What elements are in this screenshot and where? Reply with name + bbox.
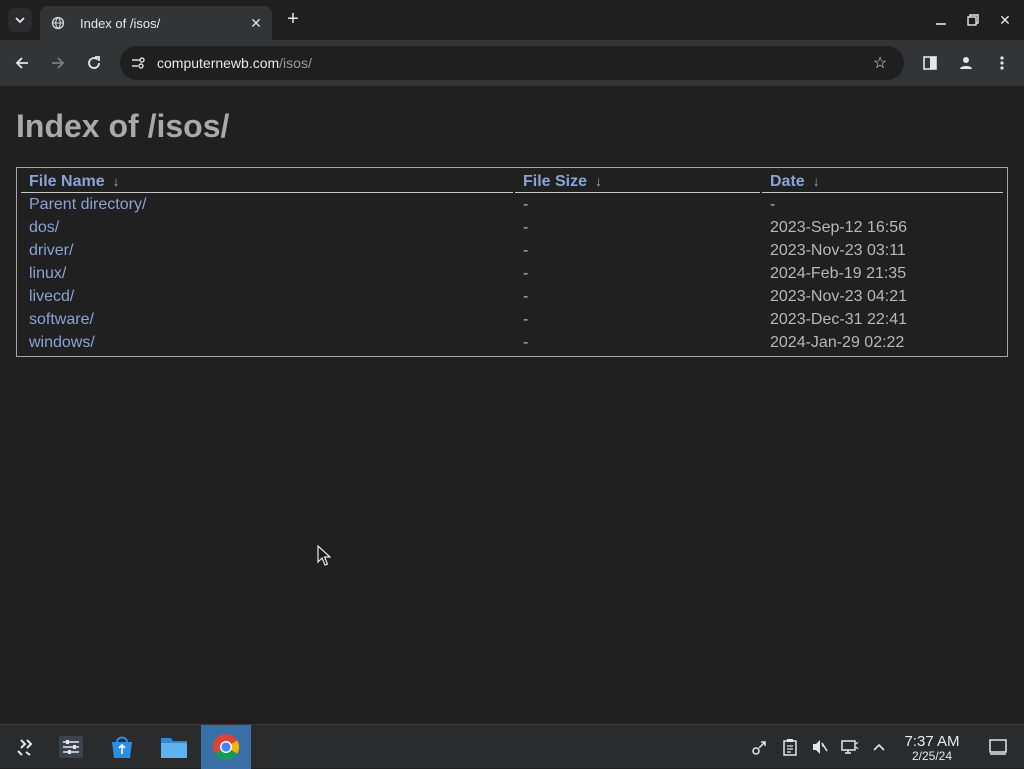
more-menu-icon[interactable] <box>990 51 1014 75</box>
column-size-label: File Size <box>523 172 588 190</box>
directory-link[interactable]: dos/ <box>29 219 59 236</box>
page-content: Index of /isos/ File Name ↓ File Size ↓ Da… <box>0 86 1024 724</box>
taskbar: 7:37 AM 2/25/24 <box>0 724 1024 769</box>
table-row: software/ - 2023-Dec-31 22:41 <box>21 308 1003 331</box>
chevron-down-icon <box>15 17 25 24</box>
browser-titlebar: Index of /isos/ ✕ + ✕ <box>0 0 1024 40</box>
column-header-size[interactable]: File Size ↓ <box>515 170 760 193</box>
table-row: linux/ - 2024-Feb-19 21:35 <box>21 262 1003 285</box>
file-size: - <box>523 333 529 351</box>
profile-icon[interactable] <box>954 51 978 75</box>
clipboard-icon[interactable] <box>780 737 800 757</box>
table-row: dos/ - 2023-Sep-12 16:56 <box>21 216 1003 239</box>
directory-link[interactable]: livecd/ <box>29 288 74 305</box>
file-size: - <box>523 264 529 282</box>
network-icon[interactable] <box>840 737 860 757</box>
browser-tab[interactable]: Index of /isos/ ✕ <box>40 6 272 40</box>
minimize-icon[interactable] <box>929 8 953 32</box>
network-share-icon[interactable] <box>750 737 770 757</box>
column-header-name[interactable]: File Name ↓ <box>21 170 513 193</box>
volume-muted-icon[interactable] <box>810 737 830 757</box>
table-row: windows/ - 2024-Jan-29 02:22 <box>21 331 1003 354</box>
directory-link[interactable]: software/ <box>29 311 94 328</box>
bookmark-star-icon[interactable]: ☆ <box>870 53 890 73</box>
settings-icon[interactable] <box>46 725 96 769</box>
chevron-up-icon[interactable] <box>869 737 889 757</box>
new-tab-button[interactable]: + <box>282 8 304 30</box>
close-tab-icon[interactable]: ✕ <box>246 13 266 33</box>
side-panel-icon[interactable] <box>918 51 942 75</box>
reload-icon[interactable] <box>82 51 106 75</box>
file-listing: File Name ↓ File Size ↓ Date ↓ Parent direc… <box>16 167 1008 357</box>
url-path: /isos/ <box>279 55 312 71</box>
sort-arrow-icon: ↓ <box>812 172 820 189</box>
close-window-icon[interactable]: ✕ <box>993 8 1017 32</box>
sort-arrow-icon: ↓ <box>595 172 603 189</box>
file-date: 2023-Sep-12 16:56 <box>770 218 907 236</box>
forward-icon[interactable] <box>46 51 70 75</box>
file-size: - <box>523 195 529 213</box>
clock-time[interactable]: 7:37 AM <box>896 733 968 750</box>
directory-link[interactable]: windows/ <box>29 334 95 351</box>
file-date: - <box>770 195 776 213</box>
restore-icon[interactable] <box>961 8 985 32</box>
store-icon[interactable] <box>97 725 147 769</box>
browser-toolbar: computernewb.com/isos/ ☆ <box>0 40 1024 86</box>
column-header-date[interactable]: Date ↓ <box>762 170 1003 193</box>
file-size: - <box>523 218 529 236</box>
file-table: File Name ↓ File Size ↓ Date ↓ Parent direc… <box>19 170 1005 354</box>
launcher-icon[interactable] <box>0 725 50 769</box>
file-size: - <box>523 287 529 305</box>
sort-arrow-icon: ↓ <box>112 172 120 189</box>
back-icon[interactable] <box>10 51 34 75</box>
tab-search-button[interactable] <box>8 8 32 32</box>
site-info-icon[interactable] <box>128 53 148 73</box>
column-name-label: File Name <box>29 172 105 190</box>
file-size: - <box>523 241 529 259</box>
url-text: computernewb.com/isos/ <box>157 55 312 71</box>
clock-date[interactable]: 2/25/24 <box>896 749 968 763</box>
chrome-icon[interactable] <box>201 725 251 769</box>
file-manager-icon[interactable] <box>149 725 199 769</box>
column-date-label: Date <box>770 172 805 190</box>
directory-link[interactable]: driver/ <box>29 242 73 259</box>
file-size: - <box>523 310 529 328</box>
directory-link[interactable]: Parent directory/ <box>29 196 146 213</box>
mouse-cursor-icon <box>317 545 331 566</box>
show-desktop-icon[interactable] <box>988 737 1008 757</box>
table-row: Parent directory/ - - <box>21 193 1003 216</box>
file-date: 2024-Jan-29 02:22 <box>770 333 905 351</box>
table-row: driver/ - 2023-Nov-23 03:11 <box>21 239 1003 262</box>
globe-icon <box>50 15 66 31</box>
table-row: livecd/ - 2023-Nov-23 04:21 <box>21 285 1003 308</box>
url-host: computernewb.com <box>157 55 280 71</box>
address-bar[interactable]: computernewb.com/isos/ ☆ <box>120 46 904 80</box>
file-date: 2023-Nov-23 04:21 <box>770 287 907 305</box>
file-date: 2023-Nov-23 03:11 <box>770 241 906 259</box>
table-header-row: File Name ↓ File Size ↓ Date ↓ <box>21 170 1003 193</box>
directory-link[interactable]: linux/ <box>29 265 66 282</box>
file-date: 2024-Feb-19 21:35 <box>770 264 907 282</box>
tab-title: Index of /isos/ <box>80 15 161 31</box>
file-date: 2023-Dec-31 22:41 <box>770 310 907 328</box>
page-title: Index of /isos/ <box>16 108 230 144</box>
